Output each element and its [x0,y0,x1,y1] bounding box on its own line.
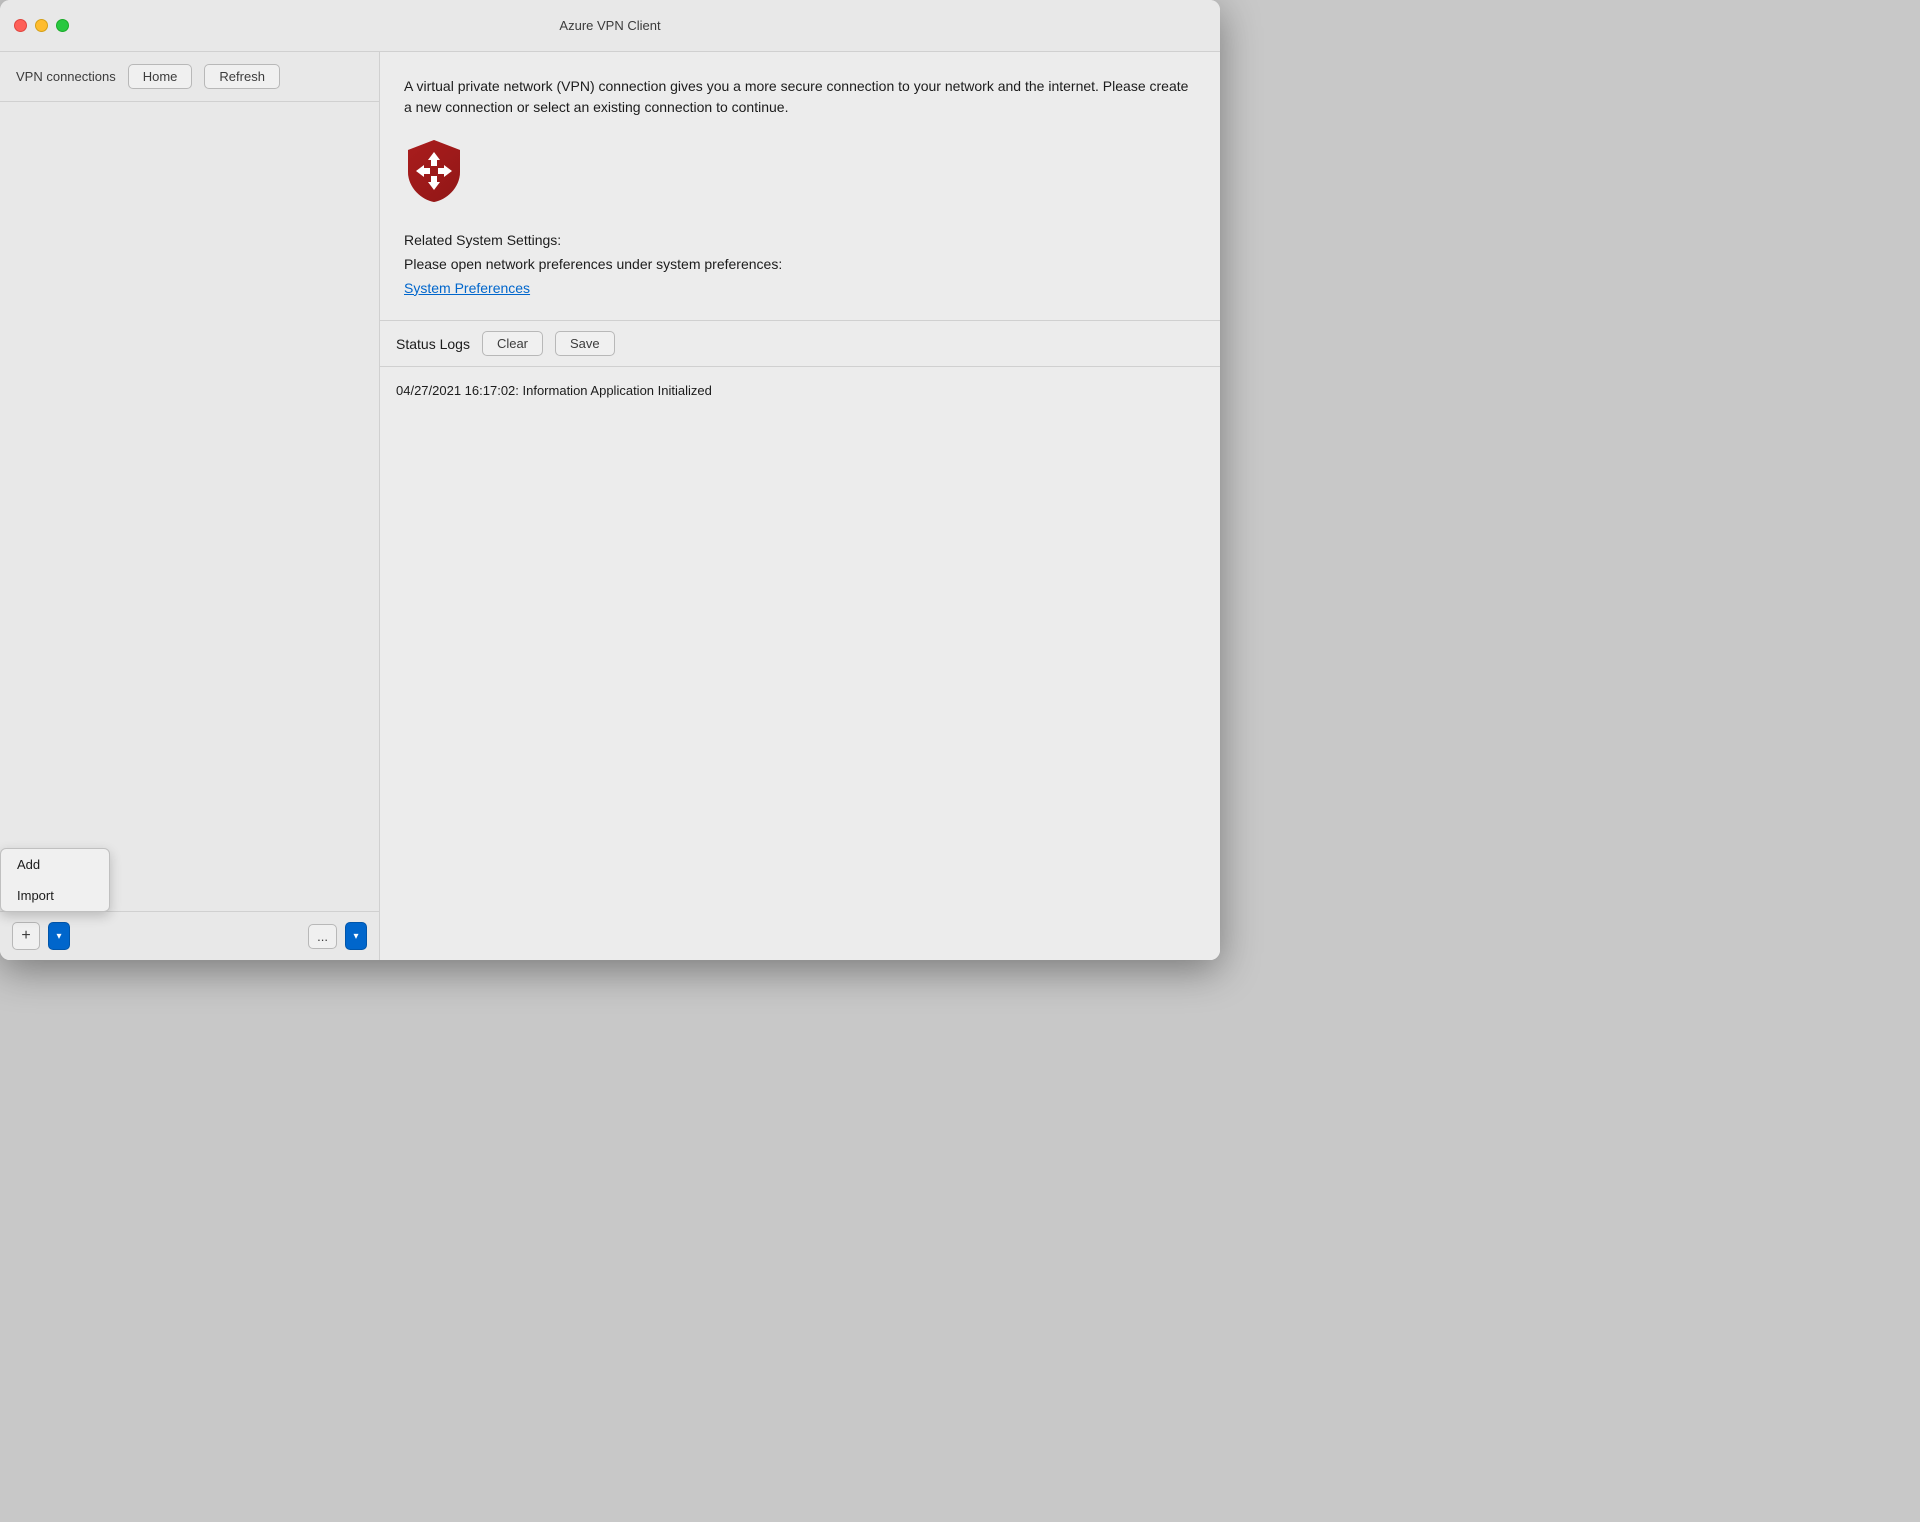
main-layout: VPN connections Home Refresh + ▾ ... ▾ [0,52,1220,960]
sidebar: VPN connections Home Refresh + ▾ ... ▾ [0,52,380,960]
add-dropdown-button[interactable]: ▾ [48,922,70,950]
context-menu-import[interactable]: Import [1,880,109,911]
chevron-down-icon-2: ▾ [353,931,358,942]
sidebar-bottom: + ▾ ... ▾ Add Import [0,911,379,960]
info-section: A virtual private network (VPN) connecti… [380,52,1220,321]
clear-button[interactable]: Clear [482,331,543,356]
log-entry: 04/27/2021 16:17:02: Information Applica… [396,381,1204,401]
sidebar-title: VPN connections [16,69,116,84]
logs-title: Status Logs [396,336,470,352]
related-settings-title: Related System Settings: [404,229,1196,253]
close-button[interactable] [14,19,27,32]
traffic-lights [14,19,69,32]
system-preferences-link[interactable]: System Preferences [404,280,530,296]
window-title: Azure VPN Client [559,18,660,33]
save-button[interactable]: Save [555,331,615,356]
sidebar-header: VPN connections Home Refresh [0,52,379,102]
context-menu-add[interactable]: Add [1,849,109,880]
app-window: Azure VPN Client VPN connections Home Re… [0,0,1220,960]
context-menu: Add Import [0,848,110,912]
vpn-description: A virtual private network (VPN) connecti… [404,76,1196,118]
maximize-button[interactable] [56,19,69,32]
sidebar-content [0,102,379,911]
vpn-shield-icon [404,138,464,204]
logs-section: Status Logs Clear Save 04/27/2021 16:17:… [380,321,1220,960]
more-options-button[interactable]: ... [308,924,337,949]
add-connection-button[interactable]: + [12,922,40,950]
right-panel: A virtual private network (VPN) connecti… [380,52,1220,960]
logs-toolbar: Status Logs Clear Save [380,321,1220,367]
vpn-icon-container [404,138,1196,209]
related-settings-subtitle: Please open network preferences under sy… [404,253,1196,277]
related-settings: Related System Settings: Please open net… [404,229,1196,300]
more-dropdown-button[interactable]: ▾ [345,922,367,950]
refresh-button[interactable]: Refresh [204,64,280,89]
chevron-down-icon: ▾ [56,931,61,942]
titlebar: Azure VPN Client [0,0,1220,52]
logs-content: 04/27/2021 16:17:02: Information Applica… [380,367,1220,960]
minimize-button[interactable] [35,19,48,32]
home-button[interactable]: Home [128,64,193,89]
plus-icon: + [21,927,30,945]
